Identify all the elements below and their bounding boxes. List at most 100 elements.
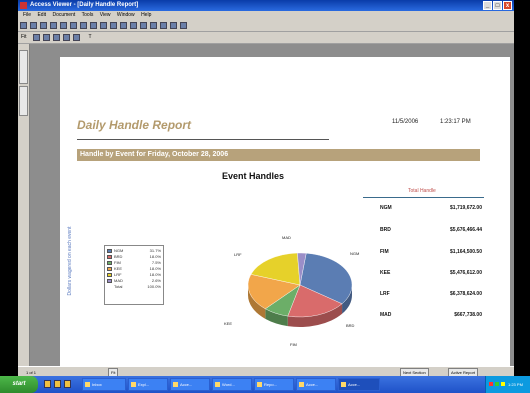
app-icon xyxy=(20,2,27,9)
task-label: Acce... xyxy=(306,382,319,387)
text-tool-icon[interactable] xyxy=(170,22,177,29)
report-title: Daily Handle Report xyxy=(77,118,192,132)
task-icon xyxy=(173,382,178,387)
chart-title: Event Handles xyxy=(222,171,285,181)
first-page-icon[interactable] xyxy=(90,22,97,29)
handle-row-code: KEE xyxy=(380,270,391,276)
app-window: Access Viewer - [Daily Handle Report] _ … xyxy=(18,0,514,393)
task-inbox[interactable]: Inbox xyxy=(82,378,126,391)
bookmarks-tab[interactable] xyxy=(19,50,28,84)
thumbnail-icon[interactable] xyxy=(63,34,71,41)
legend-total: Total 100.0% xyxy=(107,284,161,290)
task-icon xyxy=(341,382,346,387)
print-icon[interactable] xyxy=(40,22,47,29)
text-select-tool[interactable]: T xyxy=(88,32,91,43)
pie-label-fim: FIM xyxy=(290,342,297,347)
start-button[interactable]: start xyxy=(0,376,38,393)
task-access-active[interactable]: Acce... xyxy=(338,378,380,391)
task-report[interactable]: Repo... xyxy=(254,378,294,391)
legend-swatch-blank xyxy=(107,285,112,289)
task-word[interactable]: Word... xyxy=(212,378,252,391)
pie-label-brd: BRD xyxy=(346,323,355,328)
task-access-2[interactable]: Acce... xyxy=(296,378,336,391)
pie-label-kee: KEE xyxy=(224,321,233,326)
quicklaunch-ie-icon[interactable] xyxy=(44,380,51,388)
next-page-icon[interactable] xyxy=(110,22,117,29)
menu-edit[interactable]: Edit xyxy=(37,12,46,18)
menu-file[interactable]: File xyxy=(23,12,31,18)
task-explorer[interactable]: Expl... xyxy=(128,378,168,391)
single-page-icon[interactable] xyxy=(33,34,41,41)
section-band: Handle by Event for Friday, October 28, … xyxy=(77,149,480,161)
task-access[interactable]: Acce... xyxy=(170,378,210,391)
tray-icon[interactable] xyxy=(501,382,505,386)
menu-document[interactable]: Document xyxy=(52,12,75,18)
copy-icon[interactable] xyxy=(70,22,77,29)
task-icon xyxy=(131,382,136,387)
save-icon[interactable] xyxy=(30,22,37,29)
menu-window[interactable]: Window xyxy=(117,12,135,18)
last-page-icon[interactable] xyxy=(120,22,127,29)
clock: 1:23 PM xyxy=(508,382,523,387)
taskbar: start Inbox Expl... Acce... Word... Repo… xyxy=(0,376,530,393)
task-label: Expl... xyxy=(138,382,150,387)
email-icon[interactable] xyxy=(50,22,57,29)
toolbar-secondary: Fit T xyxy=(18,32,514,44)
legend-value: 100.0% xyxy=(147,284,161,289)
thumbnails-tab[interactable] xyxy=(19,86,28,116)
tray-icon[interactable] xyxy=(489,382,493,386)
task-icon xyxy=(257,382,262,387)
task-icon xyxy=(215,382,220,387)
zoom-out-icon[interactable] xyxy=(160,22,167,29)
tray-icon[interactable] xyxy=(495,382,499,386)
document-area: Daily Handle Report 11/5/2006 1:23:17 PM… xyxy=(30,44,514,366)
pie-label-ngm: NGM xyxy=(350,251,360,256)
report-time: 1:23:17 PM xyxy=(440,119,471,125)
legend-swatch xyxy=(107,267,112,271)
handle-row-value: $667,738.00 xyxy=(454,312,482,318)
continuous-icon[interactable] xyxy=(53,34,61,41)
fit-width-icon[interactable] xyxy=(180,22,187,29)
maximize-button[interactable]: □ xyxy=(493,1,502,10)
quicklaunch-desktop-icon[interactable] xyxy=(64,380,71,388)
legend-swatch xyxy=(107,273,112,277)
menu-bar: File Edit Document Tools View Window Hel… xyxy=(18,11,514,20)
task-label: Inbox xyxy=(92,382,102,387)
handle-row-code: FIM xyxy=(380,249,389,255)
report-page: Daily Handle Report 11/5/2006 1:23:17 PM… xyxy=(60,57,510,366)
pie-chart xyxy=(247,252,353,327)
menu-view[interactable]: View xyxy=(100,12,111,18)
two-page-icon[interactable] xyxy=(43,34,51,41)
legend-swatch xyxy=(107,279,112,283)
handle-row-code: NGM xyxy=(380,205,392,211)
select-icon[interactable] xyxy=(80,22,87,29)
outline-icon[interactable] xyxy=(73,34,81,41)
total-handle-rule xyxy=(363,197,484,198)
open-icon[interactable] xyxy=(20,22,27,29)
title-divider xyxy=(77,139,329,140)
legend-swatch xyxy=(107,255,112,259)
menu-help[interactable]: Help xyxy=(141,12,151,18)
task-label: Acce... xyxy=(180,382,193,387)
system-tray: 1:23 PM xyxy=(485,376,530,393)
task-label: Word... xyxy=(222,382,235,387)
handle-row-value: $1,719,672.00 xyxy=(450,205,482,211)
back-icon[interactable] xyxy=(130,22,137,29)
minimize-button[interactable]: _ xyxy=(483,1,492,10)
close-button[interactable]: x xyxy=(503,1,512,10)
forward-icon[interactable] xyxy=(140,22,147,29)
menu-tools[interactable]: Tools xyxy=(82,12,94,18)
prev-page-icon[interactable] xyxy=(100,22,107,29)
y-axis-label: Dollars wagered on each event xyxy=(67,226,73,296)
zoom-select[interactable]: Fit xyxy=(21,32,27,43)
legend-code: Total xyxy=(114,284,123,289)
zoom-in-icon[interactable] xyxy=(150,22,157,29)
pie-label-lrf: LRF xyxy=(234,252,242,257)
handle-row-code: MAD xyxy=(380,312,392,318)
quicklaunch-folder-icon[interactable] xyxy=(54,380,61,388)
handle-row-value: $1,164,500.50 xyxy=(450,249,482,255)
handle-row-value: $5,676,466.44 xyxy=(450,227,482,233)
search-icon[interactable] xyxy=(60,22,67,29)
legend-swatch xyxy=(107,249,112,253)
chart-legend: NGM 31.7% BRD 18.0% FIM 7.5% KEE 18.0% LRF 18… xyxy=(104,245,164,305)
